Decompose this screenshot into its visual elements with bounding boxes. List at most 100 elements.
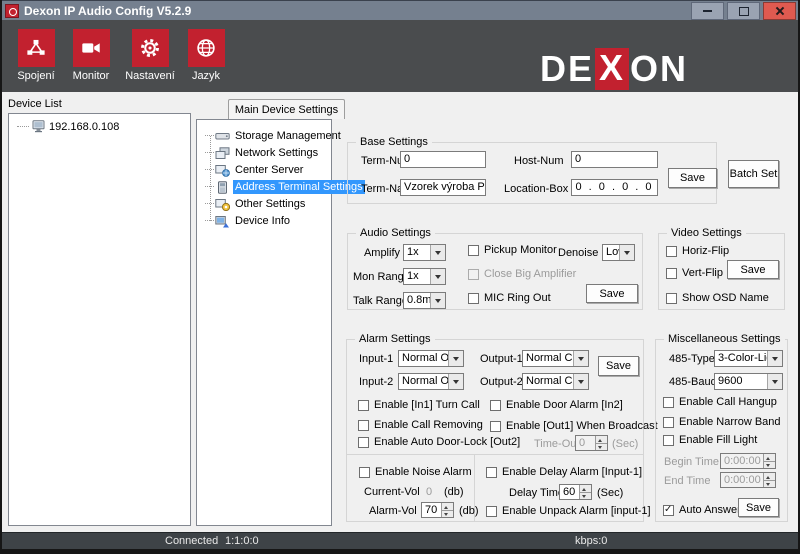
video-save-button[interactable]: Save bbox=[727, 260, 779, 279]
485-type-select[interactable]: 3-Color-Light bbox=[714, 350, 783, 367]
chevron-down-icon[interactable] bbox=[430, 245, 445, 260]
input1-select[interactable]: Normal Open bbox=[398, 350, 464, 367]
input2-select[interactable]: Normal Open bbox=[398, 373, 464, 390]
checkbox-box[interactable] bbox=[486, 506, 497, 517]
location-box-ip-field[interactable]: 0 . 0 . 0 . 0 bbox=[571, 179, 658, 196]
stepper-down-icon[interactable] bbox=[580, 492, 591, 500]
term-num-field[interactable]: 0 bbox=[400, 151, 486, 168]
tree-item-address-terminal-settings[interactable]: Address Terminal Settings bbox=[205, 179, 365, 195]
tab-main-device-settings[interactable]: Main Device Settings bbox=[228, 99, 345, 119]
tree-item-label: Storage Management bbox=[233, 129, 343, 143]
stepper-down-icon[interactable] bbox=[442, 510, 453, 518]
chevron-down-icon[interactable] bbox=[430, 269, 445, 284]
stepper-arrows[interactable] bbox=[441, 503, 453, 517]
network-settings-icon bbox=[215, 147, 230, 160]
close-button[interactable] bbox=[763, 2, 796, 20]
chevron-down-icon[interactable] bbox=[619, 245, 634, 260]
delay-time-stepper[interactable]: 60 bbox=[559, 484, 592, 500]
stepper-value: 0:00:00 bbox=[721, 473, 763, 487]
485-baud-select[interactable]: 9600 bbox=[714, 373, 783, 390]
horiz-flip-checkbox[interactable]: Horiz-Flip bbox=[666, 245, 729, 257]
checkbox-box[interactable] bbox=[666, 246, 677, 257]
checkbox-box[interactable] bbox=[490, 400, 501, 411]
checkbox-label: Enable Delay Alarm [Input-1] bbox=[502, 466, 642, 478]
host-num-field[interactable]: 0 bbox=[571, 151, 658, 168]
denoise-select[interactable]: Low bbox=[602, 244, 635, 261]
checkbox-box[interactable] bbox=[663, 435, 674, 446]
tree-item-device-info[interactable]: Device Info bbox=[205, 213, 292, 229]
amplify-select[interactable]: 1x bbox=[403, 244, 446, 261]
tree-item-storage-management[interactable]: Storage Management bbox=[205, 128, 343, 144]
batch-set-button[interactable]: Batch Set bbox=[728, 160, 779, 188]
checkbox-box[interactable] bbox=[358, 437, 369, 448]
checkbox-box[interactable] bbox=[468, 245, 479, 256]
base-save-button[interactable]: Save bbox=[668, 168, 717, 188]
device-list-item[interactable]: 192.168.0.108 bbox=[17, 120, 119, 133]
enable-call-hangup-checkbox[interactable]: Enable Call Hangup bbox=[663, 396, 777, 408]
logo-text: ON bbox=[630, 48, 688, 90]
checkbox-box[interactable] bbox=[666, 268, 677, 279]
alarm-save-button[interactable]: Save bbox=[598, 356, 639, 376]
enable-noise-alarm-checkbox[interactable]: Enable Noise Alarm bbox=[359, 466, 472, 478]
mon-range-select[interactable]: 1x bbox=[403, 268, 446, 285]
show-osd-name-checkbox[interactable]: Show OSD Name bbox=[666, 292, 769, 304]
tree-item-center-server[interactable]: Center Server bbox=[205, 162, 305, 178]
output2-select[interactable]: Normal Close bbox=[522, 373, 589, 390]
audio-save-button[interactable]: Save bbox=[586, 284, 638, 303]
enable-call-removing-checkbox[interactable]: Enable Call Removing bbox=[358, 419, 483, 431]
enable-out1-broadcast-checkbox[interactable]: Enable [Out1] When Broadcast bbox=[490, 420, 658, 432]
device-list[interactable]: 192.168.0.108 bbox=[8, 113, 191, 526]
checkbox-box[interactable] bbox=[486, 467, 497, 478]
chevron-down-icon[interactable] bbox=[448, 374, 463, 389]
chevron-down-icon[interactable] bbox=[448, 351, 463, 366]
checkbox-box[interactable] bbox=[468, 293, 479, 304]
monitor-button[interactable] bbox=[73, 29, 110, 67]
enable-in1-turn-call-checkbox[interactable]: Enable [In1] Turn Call bbox=[358, 399, 480, 411]
tree-item-other-settings[interactable]: Other Settings bbox=[205, 196, 307, 212]
enable-unpack-alarm-checkbox[interactable]: Enable Unpack Alarm [input-1] bbox=[486, 505, 651, 517]
pickup-monitor-checkbox[interactable]: Pickup Monitor bbox=[468, 244, 557, 256]
window-border-left bbox=[0, 0, 2, 554]
talk-range-select[interactable]: 0.8m bbox=[403, 292, 446, 309]
toolbar-item-label: Monitor bbox=[61, 70, 121, 82]
stepper-arrows[interactable] bbox=[579, 485, 591, 499]
toolbar-item-monitor[interactable]: Monitor bbox=[61, 29, 121, 82]
auto-answer-checkbox[interactable]: Auto Answer bbox=[663, 504, 741, 516]
vert-flip-checkbox[interactable]: Vert-Flip bbox=[666, 267, 723, 279]
term-name-field[interactable]: Vzorek výroba PoE + a bbox=[400, 179, 486, 196]
alarm-vol-stepper[interactable]: 70 bbox=[421, 502, 454, 518]
chevron-down-icon[interactable] bbox=[430, 293, 445, 308]
enable-fill-light-checkbox[interactable]: Enable Fill Light bbox=[663, 434, 757, 446]
enable-auto-door-lock-checkbox[interactable]: Enable Auto Door-Lock [Out2] bbox=[358, 436, 520, 448]
checkbox-box[interactable] bbox=[663, 397, 674, 408]
chevron-down-icon[interactable] bbox=[767, 374, 782, 389]
checkbox-box[interactable] bbox=[663, 417, 674, 428]
maximize-button[interactable] bbox=[727, 2, 760, 20]
mic-ring-out-checkbox[interactable]: MIC Ring Out bbox=[468, 292, 551, 304]
toolbar-item-nastaveni[interactable]: Nastavení bbox=[120, 29, 180, 82]
enable-narrow-band-checkbox[interactable]: Enable Narrow Band bbox=[663, 416, 781, 428]
misc-save-button[interactable]: Save bbox=[738, 498, 779, 517]
minimize-button[interactable] bbox=[691, 2, 724, 20]
enable-door-alarm-checkbox[interactable]: Enable Door Alarm [In2] bbox=[490, 399, 623, 411]
checkbox-box[interactable] bbox=[358, 420, 369, 431]
checkbox-box[interactable] bbox=[358, 400, 369, 411]
settings-button[interactable] bbox=[132, 29, 169, 67]
checkbox-box[interactable] bbox=[663, 505, 674, 516]
toolbar-item-jazyk[interactable]: Jazyk bbox=[176, 29, 236, 82]
tree-item-network-settings[interactable]: Network Settings bbox=[205, 145, 320, 161]
chevron-down-icon[interactable] bbox=[573, 351, 588, 366]
chevron-down-icon[interactable] bbox=[767, 351, 782, 366]
checkbox-box[interactable] bbox=[666, 293, 677, 304]
settings-tree[interactable]: Storage Management Network Settings Cent… bbox=[196, 119, 332, 526]
chevron-down-icon[interactable] bbox=[573, 374, 588, 389]
checkbox-box[interactable] bbox=[359, 467, 370, 478]
dexon-logo: DEXON bbox=[540, 46, 688, 92]
delay-time-unit: (Sec) bbox=[597, 487, 623, 500]
output1-select[interactable]: Normal Close bbox=[522, 350, 589, 367]
enable-delay-alarm-checkbox[interactable]: Enable Delay Alarm [Input-1] bbox=[486, 466, 642, 478]
toolbar-item-spojeni[interactable]: Spojení bbox=[6, 29, 66, 82]
language-button[interactable] bbox=[188, 29, 225, 67]
connection-button[interactable] bbox=[18, 29, 55, 67]
checkbox-box[interactable] bbox=[490, 421, 501, 432]
